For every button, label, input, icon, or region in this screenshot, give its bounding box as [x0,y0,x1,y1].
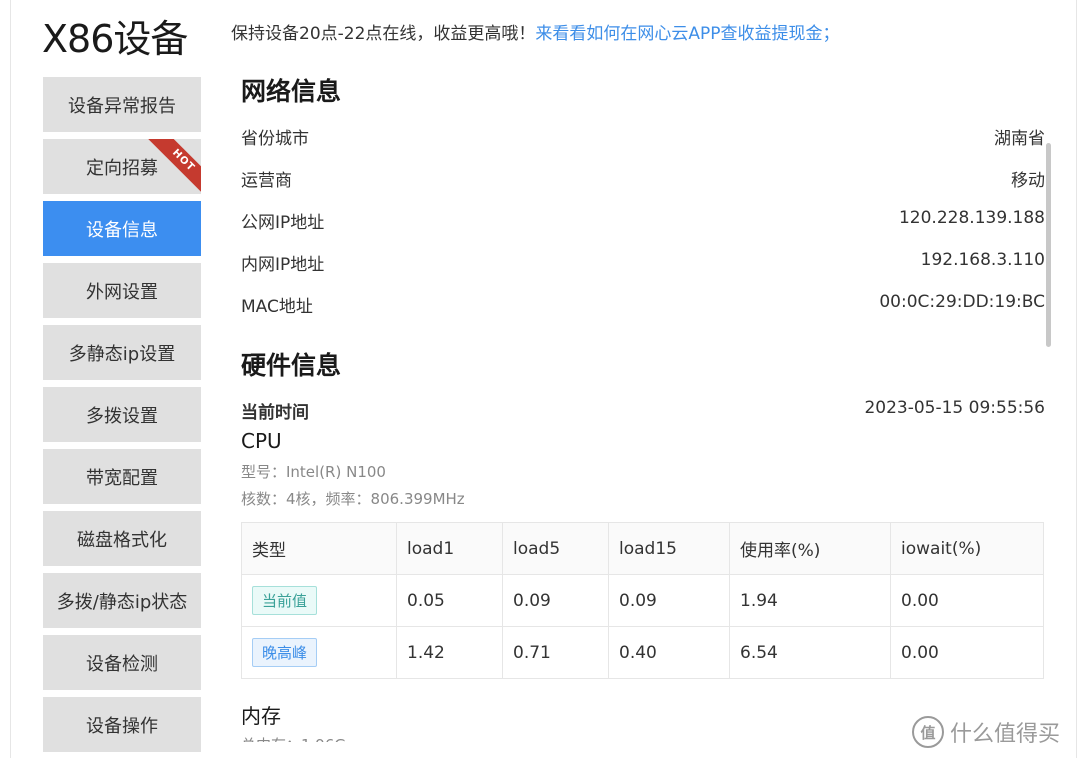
sidebar-item-label: 设备异常报告 [68,95,176,117]
network-row-lan-ip: 内网IP地址 192.168.3.110 [241,250,1045,275]
sidebar-item-label: 多拨/静态ip状态 [56,591,188,613]
kv-label: 内网IP地址 [241,255,325,275]
table-cell: 0.00 [890,574,1044,627]
sidebar-item-multi-static-ip[interactable]: 多静态ip设置 [43,325,201,380]
frame-left-border [10,0,11,758]
kv-label: MAC地址 [241,297,313,317]
cpu-load-table: 类型 load1 load5 load15 使用率(%) iowait(%) 当… [241,522,1044,679]
column-header: load5 [502,522,609,575]
memory-total-cut: 总内存：1.96G [241,734,346,742]
current-value-tag: 当前值 [252,586,318,615]
table-cell: 1.42 [396,626,503,679]
content-scrollbar[interactable] [1046,143,1051,347]
hardware-section-title: 硬件信息 [241,351,342,380]
table-row: 晚高峰 1.42 0.71 0.40 6.54 0.00 [241,626,1044,679]
cpu-cores: 核数：4核，频率：806.399MHz [241,490,465,508]
column-header: iowait(%) [890,522,1044,575]
table-cell: 0.40 [608,626,730,679]
table-cell: 晚高峰 [241,626,397,679]
evening-peak-tag: 晚高峰 [252,638,318,667]
frame-right-border [1076,0,1077,758]
kv-value: 120.228.139.188 [898,208,1045,228]
table-cell: 6.54 [729,626,891,679]
sidebar-item-dial-ip-status[interactable]: 多拨/静态ip状态 [43,573,201,628]
kv-value: 移动 [1011,171,1045,191]
table-header-row: 类型 load1 load5 load15 使用率(%) iowait(%) [241,522,1044,575]
memory-heading: 内存 [241,704,281,728]
sidebar-item-label: 多静态ip设置 [68,343,176,365]
sidebar-item-label: 磁盘格式化 [77,529,167,551]
network-row-public-ip: 公网IP地址 120.228.139.188 [241,208,1045,233]
table-cell: 0.05 [396,574,503,627]
smzdm-logo-icon: 值 [912,716,944,748]
kv-value: 湖南省 [994,129,1045,149]
kv-value: 00:0C:29:DD:19:BC [879,292,1045,312]
table-cell: 0.09 [608,574,730,627]
page-title: X86设备 [42,17,188,61]
kv-label: 公网IP地址 [241,213,325,233]
network-section-title: 网络信息 [241,77,342,106]
kv-label: 省份城市 [241,129,309,149]
table-cell: 0.00 [890,626,1044,679]
sidebar-item-label: 带宽配置 [86,467,158,489]
sidebar-item-bandwidth-config[interactable]: 带宽配置 [43,449,201,504]
notice-bar: 保持设备20点-22点在线，收益更高哦！来看看如何在网心云APP查收益提现金； [231,19,840,44]
column-header: 使用率(%) [729,522,891,575]
sidebar-item-label: 多拨设置 [86,405,158,427]
sidebar-item-device-error-report[interactable]: 设备异常报告 [43,77,201,132]
sidebar-item-wan-settings[interactable]: 外网设置 [43,263,201,318]
sidebar-item-label: 定向招募 [86,157,158,179]
sidebar-item-multi-dial[interactable]: 多拨设置 [43,387,201,442]
notice-help-link[interactable]: 来看看如何在网心云APP查收益提现金； [535,24,839,44]
kv-label: 运营商 [241,171,292,191]
sidebar-item-label: 设备操作 [86,715,158,737]
current-time-value: 2023-05-15 09:55:56 [864,398,1045,418]
sidebar-item-label: 设备检测 [86,653,158,675]
sidebar-item-label: 设备信息 [86,219,158,241]
table-cell: 1.94 [729,574,891,627]
sidebar-item-device-info[interactable]: 设备信息 [43,201,201,256]
sidebar-item-device-operation[interactable]: 设备操作 [43,697,201,752]
table-row: 当前值 0.05 0.09 0.09 1.94 0.00 [241,574,1044,627]
network-row-isp: 运营商 移动 [241,166,1045,191]
table-cell: 当前值 [241,574,397,627]
watermark: 值 什么值得买 [912,716,1060,748]
sidebar: 设备异常报告 定向招募 HOT 设备信息 外网设置 多静态ip设置 多拨设置 带宽… [43,77,201,759]
sidebar-item-device-check[interactable]: 设备检测 [43,635,201,690]
table-cell: 0.71 [502,626,609,679]
current-time-row: 当前时间 2023-05-15 09:55:56 [241,398,1045,423]
network-row-province: 省份城市 湖南省 [241,124,1045,149]
cpu-model: 型号：Intel(R) N100 [241,463,386,481]
table-cell: 0.09 [502,574,609,627]
cpu-heading: CPU [241,429,282,453]
sidebar-item-disk-format[interactable]: 磁盘格式化 [43,511,201,566]
watermark-text: 什么值得买 [950,722,1061,747]
column-header: load15 [608,522,730,575]
kv-value: 192.168.3.110 [920,250,1045,270]
sidebar-item-label: 外网设置 [86,281,158,303]
network-row-mac: MAC地址 00:0C:29:DD:19:BC [241,292,1045,317]
sidebar-item-targeted-recruit[interactable]: 定向招募 HOT [43,139,201,194]
column-header: load1 [396,522,503,575]
current-time-label: 当前时间 [241,403,309,423]
column-header: 类型 [241,522,397,575]
notice-text: 保持设备20点-22点在线，收益更高哦！ [231,24,536,44]
